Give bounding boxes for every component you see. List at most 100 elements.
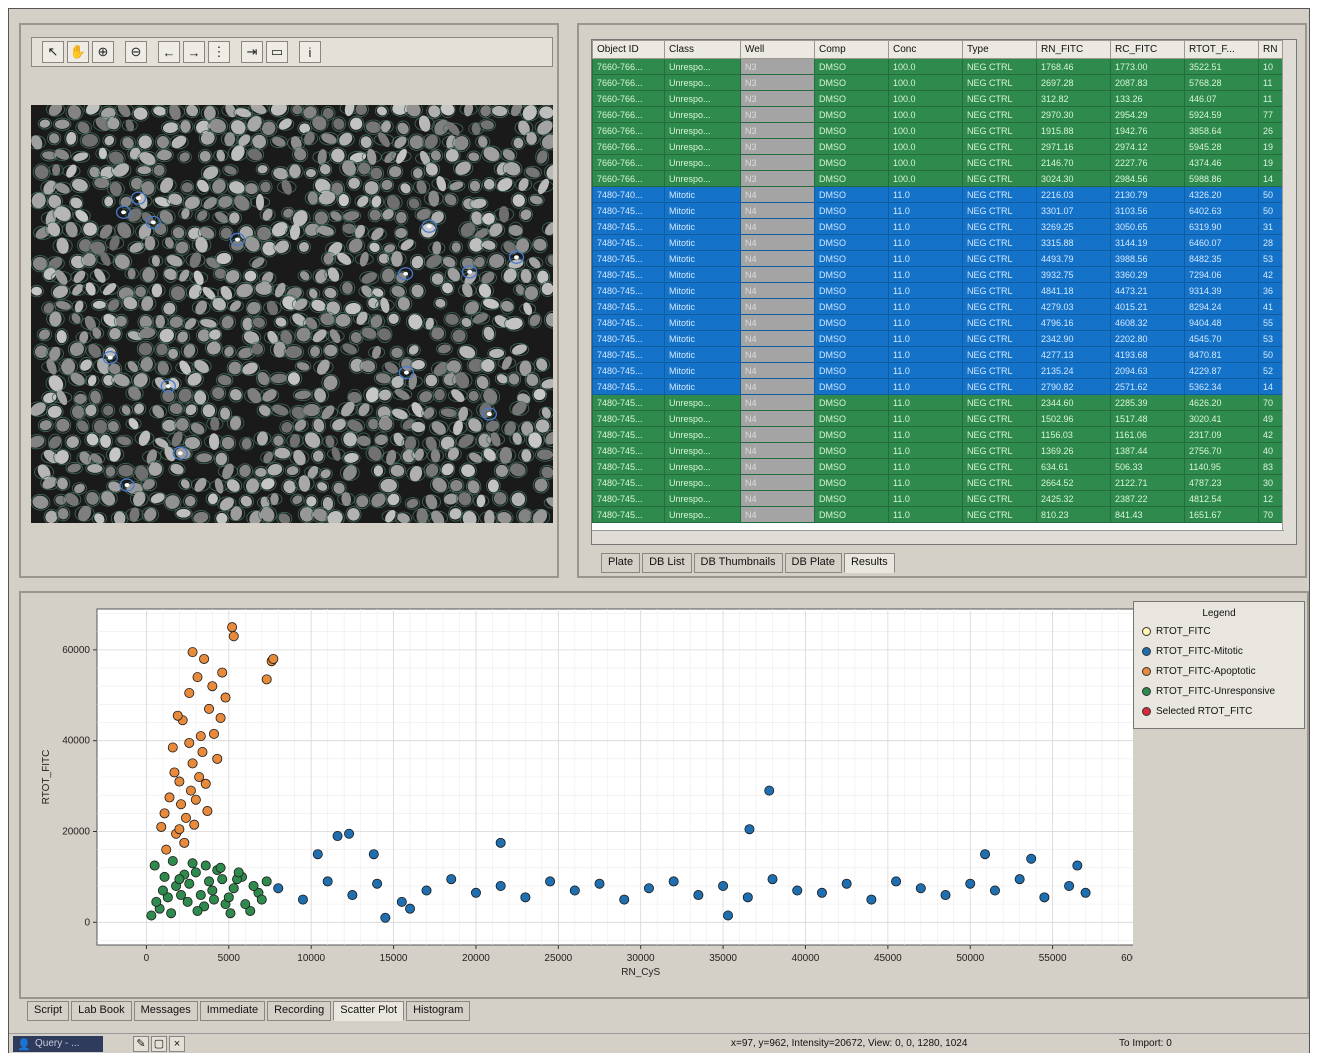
data-point[interactable]	[151, 896, 162, 907]
data-point[interactable]	[1014, 874, 1025, 885]
data-point[interactable]	[217, 667, 228, 678]
table-row[interactable]: 7660-766... Unrespo... N3 DMSO 100.0 NEG CTRL…	[592, 154, 1287, 171]
data-point[interactable]	[146, 910, 157, 921]
data-point[interactable]	[157, 885, 168, 896]
data-point[interactable]	[619, 894, 630, 905]
table-row[interactable]: 7480-745... Unrespo... N4 DMSO 11.0 NEG CTRL 8…	[592, 506, 1287, 523]
data-point[interactable]	[190, 867, 201, 878]
data-point[interactable]	[187, 858, 198, 869]
data-point[interactable]	[184, 688, 195, 699]
data-point[interactable]	[215, 712, 226, 723]
data-point[interactable]	[187, 647, 198, 658]
data-point[interactable]	[396, 896, 407, 907]
data-point[interactable]	[248, 880, 259, 891]
legend-item[interactable]: RTOT_FITC-Apoptotic	[1134, 661, 1304, 681]
table-row[interactable]: 7480-745... Mitotic N4 DMSO 11.0 NEG CTRL 2342…	[592, 330, 1287, 347]
table-row[interactable]: 7660-766... Unrespo... N3 DMSO 100.0 NEG CTRL…	[592, 58, 1287, 75]
table-row[interactable]: 7480-745... Unrespo... N4 DMSO 11.0 NEG CTRL 1…	[592, 442, 1287, 459]
table-row[interactable]: 7480-745... Unrespo... N4 DMSO 11.0 NEG CTRL 2…	[592, 394, 1287, 411]
data-point[interactable]	[1072, 860, 1083, 871]
ruler-icon[interactable]: ▭	[266, 41, 288, 63]
column-header[interactable]: Type	[962, 40, 1037, 59]
legend-item[interactable]: RTOT_FITC-Unresponsive	[1134, 681, 1304, 701]
data-point[interactable]	[172, 710, 183, 721]
data-point[interactable]	[268, 653, 279, 664]
scatter-plot[interactable]: 0 5000 10000 15000 20000 25000 30000 35000 40000…	[21, 593, 1133, 997]
data-point[interactable]	[174, 776, 185, 787]
data-point[interactable]	[792, 885, 803, 896]
data-point[interactable]	[368, 849, 379, 860]
data-point[interactable]	[212, 753, 223, 764]
data-point[interactable]	[965, 878, 976, 889]
data-point[interactable]	[744, 824, 755, 835]
column-header[interactable]: Class	[664, 40, 741, 59]
data-point[interactable]	[180, 812, 191, 823]
table-row[interactable]: 7480-745... Mitotic N4 DMSO 11.0 NEG CTRL 4796…	[592, 314, 1287, 331]
table-row[interactable]: 7480-745... Mitotic N4 DMSO 11.0 NEG CTRL 3932…	[592, 266, 1287, 283]
table-row[interactable]: 7480-745... Unrespo... N4 DMSO 11.0 NEG CTRL 2…	[592, 490, 1287, 507]
horizontal-scrollbar[interactable]	[592, 530, 1284, 544]
data-point[interactable]	[159, 808, 170, 819]
data-point[interactable]	[204, 876, 215, 887]
data-point[interactable]	[261, 876, 272, 887]
column-header[interactable]: RN_FITC	[1036, 40, 1111, 59]
data-point[interactable]	[668, 876, 679, 887]
data-point[interactable]	[185, 785, 196, 796]
zoom-out-icon[interactable]: ⊖	[125, 41, 147, 63]
data-point[interactable]	[208, 728, 219, 739]
data-point[interactable]	[194, 771, 205, 782]
pin-icon[interactable]: ✎	[133, 1036, 149, 1052]
data-point[interactable]	[166, 908, 177, 919]
data-point[interactable]	[261, 674, 272, 685]
data-point[interactable]	[643, 883, 654, 894]
data-point[interactable]	[816, 887, 827, 898]
data-point[interactable]	[764, 785, 775, 796]
data-point[interactable]	[179, 837, 190, 848]
data-point[interactable]	[297, 894, 308, 905]
table-row[interactable]: 7480-745... Unrespo... N4 DMSO 11.0 NEG CTRL 2…	[592, 474, 1287, 491]
table-row[interactable]: 7660-766... Unrespo... N3 DMSO 100.0 NEG CTRL…	[592, 74, 1287, 91]
tab-script[interactable]: Script	[27, 1001, 70, 1021]
data-point[interactable]	[207, 681, 218, 692]
arrow-right-icon[interactable]: ⇥	[241, 41, 263, 63]
data-point[interactable]	[495, 837, 506, 848]
data-point[interactable]	[312, 849, 323, 860]
data-point[interactable]	[204, 703, 215, 714]
data-point[interactable]	[225, 908, 236, 919]
table-row[interactable]: 7480-745... Mitotic N4 DMSO 11.0 NEG CTRL 4493…	[592, 250, 1287, 267]
tab-recording[interactable]: Recording	[267, 1001, 332, 1021]
data-point[interactable]	[989, 885, 1000, 896]
microscopy-image[interactable]	[31, 105, 553, 523]
legend-item[interactable]: RTOT_FITC-Mitotic	[1134, 641, 1304, 661]
tab-plate[interactable]: Plate	[601, 553, 641, 573]
data-point[interactable]	[841, 878, 852, 889]
tab-immediate[interactable]: Immediate	[199, 1001, 266, 1021]
data-point[interactable]	[190, 794, 201, 805]
data-point[interactable]	[197, 747, 208, 758]
data-point[interactable]	[189, 819, 200, 830]
data-point[interactable]	[495, 880, 506, 891]
data-point[interactable]	[167, 855, 178, 866]
data-point[interactable]	[228, 631, 239, 642]
data-point[interactable]	[159, 871, 170, 882]
table-row[interactable]: 7480-745... Mitotic N4 DMSO 11.0 NEG CTRL 4841…	[592, 282, 1287, 299]
table-row[interactable]: 7660-766... Unrespo... N3 DMSO 100.0 NEG CTRL…	[592, 138, 1287, 155]
taskbar-query-button[interactable]: 👤 Query - ...	[13, 1036, 103, 1052]
data-point[interactable]	[372, 878, 383, 889]
data-point[interactable]	[1080, 887, 1091, 898]
column-header[interactable]: RC_FITC	[1110, 40, 1185, 59]
data-point[interactable]	[169, 767, 180, 778]
restore-icon[interactable]: ▢	[151, 1036, 167, 1052]
data-point[interactable]	[332, 831, 343, 842]
data-point[interactable]	[208, 894, 219, 905]
data-point[interactable]	[915, 883, 926, 894]
table-row[interactable]: 7660-766... Unrespo... N3 DMSO 100.0 NEG CTRL…	[592, 170, 1287, 187]
data-point[interactable]	[594, 878, 605, 889]
zoom-in-icon[interactable]: ⊕	[92, 41, 114, 63]
column-header[interactable]: RTOT_F...	[1184, 40, 1259, 59]
data-point[interactable]	[195, 731, 206, 742]
tab-db-thumbnails[interactable]: DB Thumbnails	[693, 553, 783, 573]
data-point[interactable]	[184, 878, 195, 889]
data-point[interactable]	[866, 894, 877, 905]
data-point[interactable]	[192, 672, 203, 683]
